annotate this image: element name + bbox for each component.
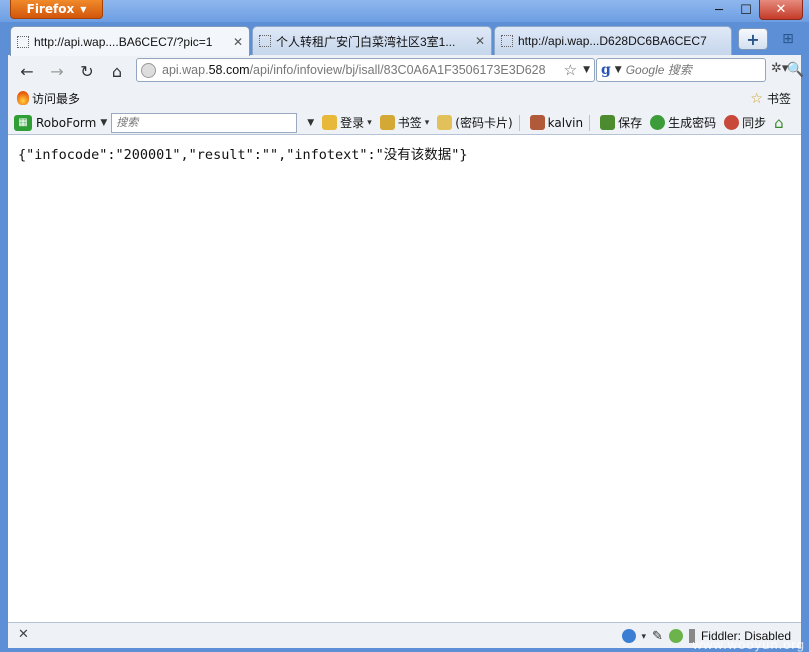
tab-title: http://api.wap....BA6CEC7/?pic=1 (34, 34, 213, 49)
roboform-menu[interactable]: RoboForm (36, 116, 96, 130)
bookmarks-star-icon: ☆ (750, 90, 763, 107)
search-input[interactable] (625, 63, 783, 77)
title-bar: Firefox ▼ ─ ☐ ✕ (0, 0, 809, 22)
page-favicon-icon (259, 35, 271, 47)
identity-card-icon (529, 115, 545, 130)
back-button[interactable]: ← (14, 59, 40, 83)
roboform-login-button[interactable]: 登录 ▾ (322, 114, 372, 131)
chevron-down-icon[interactable]: ▼ (615, 65, 622, 75)
passcards-label: (密码卡片) (455, 116, 513, 130)
toolbar-separator (589, 114, 591, 131)
roboform-home-button[interactable]: ⌂ (774, 114, 784, 132)
tab-api-wap-2[interactable]: http://api.wap...D628DC6BA6CEC7 (494, 26, 732, 55)
sync-icon (724, 115, 740, 130)
roboform-generate-button[interactable]: 生成密码 (650, 114, 716, 131)
generate-password-label: 生成密码 (668, 116, 717, 130)
pen-icon[interactable]: ✎ (652, 628, 663, 644)
status-bar: ✕ ▾ ✎ Fiddler: Disabled (8, 622, 801, 648)
bookmark-star-icon (379, 115, 395, 130)
addon-menu-icon[interactable]: ✲▾ (771, 61, 788, 76)
roboform-toolbar: ▦ RoboForm ▼ ▼ 登录 ▾ 书签 ▾ (密码卡片) kalvin 保… (8, 110, 801, 135)
roboform-logo-icon: ▦ (14, 114, 32, 131)
chevron-down-icon: ▼ (80, 4, 87, 14)
save-disk-icon (600, 115, 616, 130)
bookmarks-label: 书签 (397, 116, 422, 130)
generate-password-icon (650, 115, 666, 130)
login-label: 登录 (340, 116, 365, 130)
url-text[interactable]: api.wap.58.com/api/info/infoview/bj/isal… (162, 63, 558, 77)
url-prefix: api.wap. (162, 63, 209, 77)
close-window-button[interactable]: ✕ (759, 0, 803, 20)
list-all-tabs-button[interactable]: ⊞ (775, 28, 801, 50)
page-favicon-icon (501, 35, 513, 47)
bookmarks-menu-button[interactable]: ☆ 书签 (750, 90, 791, 107)
search-icon[interactable]: 🔍 (787, 62, 804, 78)
globe-icon (141, 62, 156, 78)
forward-button[interactable]: → (44, 59, 70, 83)
watermark: www.wooyun.org (692, 637, 805, 652)
chevron-down-icon[interactable]: ▼ (100, 118, 107, 128)
roboform-bookmarks-button[interactable]: 书签 ▾ (379, 114, 430, 131)
chevron-down-icon: ▾ (367, 117, 372, 128)
page-favicon-icon (17, 35, 29, 48)
maximize-button[interactable]: ☐ (733, 0, 759, 20)
globe-status-icon[interactable] (621, 629, 636, 643)
bookmarks-toolbar: 访问最多 ☆ 书签 (8, 86, 801, 110)
roboform-passcards-button[interactable]: (密码卡片) (437, 114, 513, 131)
sync-label: 同步 (742, 116, 767, 130)
ie-tab-icon[interactable] (668, 629, 683, 643)
navigation-toolbar: ← → ↻ ⌂ api.wap.58.com/api/info/infoview… (8, 55, 804, 86)
passcard-icon (437, 115, 453, 130)
firefox-menu-label: Firefox (26, 2, 75, 16)
roboform-sync-button[interactable]: 同步 (724, 114, 766, 131)
home-icon: ⌂ (774, 113, 784, 132)
most-visited-label: 访问最多 (32, 91, 81, 106)
minimize-button[interactable]: ─ (705, 0, 733, 20)
reload-button[interactable]: ↻ (74, 59, 100, 83)
login-star-icon (322, 115, 338, 130)
roboform-search-dropdown-icon[interactable]: ▼ (307, 118, 314, 128)
toolbar-separator (518, 114, 520, 131)
bookmarks-label: 书签 (766, 92, 791, 106)
save-label: 保存 (618, 116, 643, 130)
roboform-save-button[interactable]: 保存 (600, 114, 642, 131)
json-response-text: {"infocode":"200001","result":"","infote… (18, 147, 468, 163)
chevron-down-icon: ▾ (424, 117, 430, 128)
chevron-down-icon[interactable]: ▾ (642, 631, 647, 642)
firefox-menu-button[interactable]: Firefox ▼ (10, 0, 103, 19)
url-history-dropdown-icon[interactable]: ▼ (583, 65, 590, 75)
tab-title: http://api.wap...D628DC6BA6CEC7 (518, 34, 707, 48)
address-bar[interactable]: api.wap.58.com/api/info/infoview/bj/isal… (136, 58, 595, 82)
fire-icon (17, 91, 29, 105)
close-addon-bar-button[interactable]: ✕ (18, 627, 29, 642)
tab-close-icon[interactable]: ✕ (233, 35, 243, 49)
tab-api-wap-1[interactable]: http://api.wap....BA6CEC7/?pic=1 ✕ (10, 26, 250, 56)
url-domain: 58.com (208, 63, 250, 77)
identity-label: kalvin (547, 115, 584, 130)
tab-title: 个人转租广安门白菜湾社区3室1... (276, 34, 456, 49)
tab-rental-listing[interactable]: 个人转租广安门白菜湾社区3室1... ✕ (252, 26, 492, 55)
home-button[interactable]: ⌂ (104, 59, 130, 83)
new-tab-button[interactable]: + (738, 28, 768, 50)
url-path: /api/info/infoview/bj/isall/83C0A6A1F350… (249, 63, 546, 77)
roboform-search-input[interactable] (111, 112, 298, 133)
page-content: {"infocode":"200001","result":"","infote… (8, 135, 801, 622)
bookmark-star-icon[interactable]: ☆ (564, 61, 577, 79)
tab-close-icon[interactable]: ✕ (475, 34, 485, 48)
google-engine-icon[interactable]: g (601, 62, 611, 78)
tab-strip: http://api.wap....BA6CEC7/?pic=1 ✕ 个人转租广… (5, 22, 804, 56)
roboform-identity-button[interactable]: kalvin (529, 115, 584, 130)
browser-toolbars: ← → ↻ ⌂ api.wap.58.com/api/info/infoview… (8, 55, 804, 135)
search-bar[interactable]: g ▼ 🔍 (596, 58, 804, 82)
most-visited-bookmark[interactable]: 访问最多 (17, 90, 80, 107)
